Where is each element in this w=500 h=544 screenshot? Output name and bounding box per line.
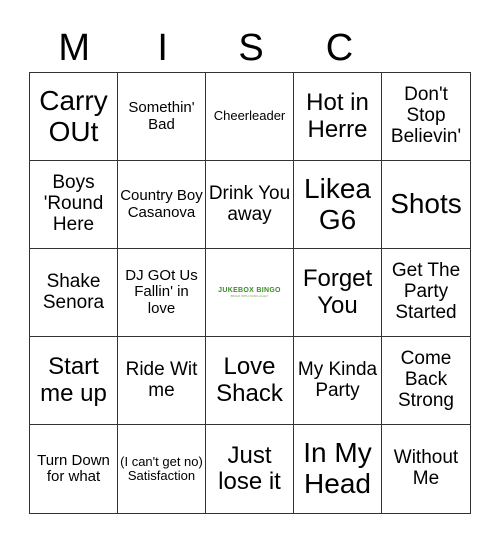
header-letter: S [238, 27, 264, 69]
cell-label: Love Shack [216, 353, 283, 407]
cell-label: Start me up [40, 353, 107, 407]
cell-label: Carry OUt [39, 84, 108, 147]
bingo-cell[interactable]: Somethin' Bad [118, 73, 206, 161]
cell-label: DJ GOt Us Fallin' in love [125, 266, 198, 317]
cell-label: Just lose it [218, 441, 281, 495]
bingo-grid: Carry OUt Somethin' Bad Cheerleader Hot in … [29, 72, 471, 514]
bingo-cell[interactable]: Get The Party Started [382, 249, 470, 337]
cell-label: Boys 'Round Here [43, 172, 104, 235]
bingo-cell[interactable]: Don't Stop Believin' [382, 73, 470, 161]
cell-label: Country Boy Casanova [120, 187, 203, 221]
bingo-cell[interactable]: Love Shack [206, 337, 294, 425]
bingo-cell[interactable]: (I can't get no) Satisfaction [118, 425, 206, 513]
bingo-cell[interactable]: Turn Down for what [30, 425, 118, 513]
bingo-cell[interactable]: Come Back Strong [382, 337, 470, 425]
bingo-cell[interactable]: Just lose it [206, 425, 294, 513]
cell-label: Don't Stop Believin' [390, 84, 462, 147]
bingo-cell[interactable]: In My Head [294, 425, 382, 513]
bingo-cell[interactable]: Forget You [294, 249, 382, 337]
bingo-cell[interactable]: Shots [382, 161, 470, 249]
cell-label: Ride Wit me [125, 358, 198, 401]
bingo-cell[interactable]: Hot in Herre [294, 73, 382, 161]
header-letter [384, 24, 472, 72]
cell-label: Likea G6 [304, 172, 371, 235]
cell-label: Turn Down for what [37, 451, 110, 485]
cell-label: Get The Party Started [391, 260, 461, 323]
cell-label: Cheerleader [213, 108, 286, 124]
cell-label: Hot in Herre [306, 89, 369, 143]
cell-label: Shots [390, 188, 462, 220]
cell-label: Come Back Strong [398, 348, 454, 411]
cell-label: My Kinda Party [297, 358, 378, 401]
bingo-cell[interactable]: Likea G6 [294, 161, 382, 249]
bingo-cell[interactable]: Start me up [30, 337, 118, 425]
header-letter: I [157, 27, 168, 69]
header-letter: M [58, 27, 91, 69]
bingo-cell[interactable]: Without Me [382, 425, 470, 513]
logo-subtext: BINGO WITH SONG ALLEY [230, 293, 269, 298]
header-letter: C [325, 27, 354, 69]
bingo-header: M I S C [30, 24, 472, 72]
bingo-cell[interactable]: Boys 'Round Here [30, 161, 118, 249]
bingo-cell[interactable]: Carry OUt [30, 73, 118, 161]
free-space-cell[interactable]: JUKEBOX BINGO BINGO WITH SONG ALLEY [206, 249, 294, 337]
cell-label: Somethin' Bad [128, 99, 195, 133]
bingo-cell[interactable]: Drink You away [206, 161, 294, 249]
bingo-cell[interactable]: Shake Senora [30, 249, 118, 337]
bingo-cell[interactable]: Ride Wit me [118, 337, 206, 425]
jukebox-bingo-logo-icon: JUKEBOX BINGO BINGO WITH SONG ALLEY [218, 287, 281, 298]
cell-label: Shake Senora [42, 270, 105, 313]
cell-label: (I can't get no) Satisfaction [120, 453, 203, 483]
bingo-cell[interactable]: Cheerleader [206, 73, 294, 161]
cell-label: In My Head [303, 437, 372, 499]
bingo-cell[interactable]: Country Boy Casanova [118, 161, 206, 249]
cell-label: Drink You away [208, 182, 291, 225]
cell-label: Without Me [393, 447, 459, 489]
cell-label: Forget You [302, 265, 373, 319]
bingo-cell[interactable]: My Kinda Party [294, 337, 382, 425]
bingo-cell[interactable]: DJ GOt Us Fallin' in love [118, 249, 206, 337]
